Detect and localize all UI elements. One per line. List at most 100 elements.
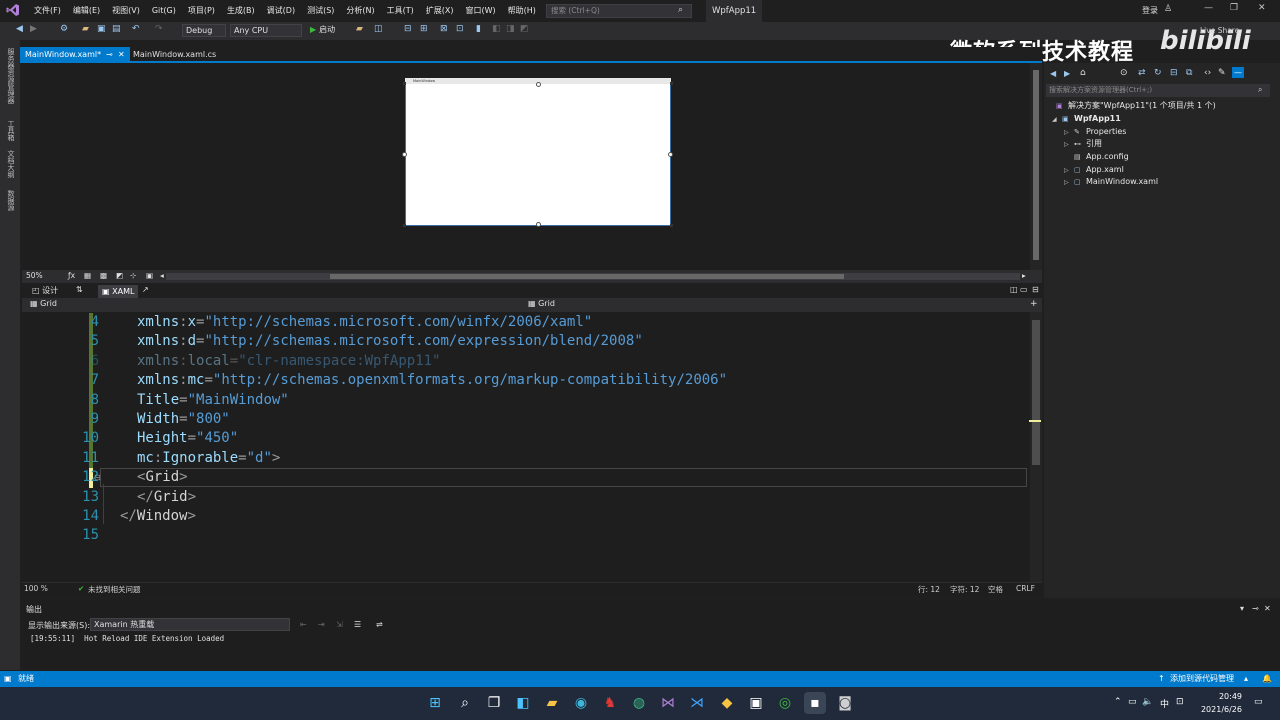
close-tab-icon[interactable]: ✕ xyxy=(118,47,125,63)
tab-mainwindow-xaml[interactable]: MainWindow.xaml* xyxy=(20,47,130,63)
sync-icon[interactable]: ⇄ xyxy=(1138,68,1146,78)
resize-handle-top[interactable] xyxy=(536,82,541,87)
resize-corner[interactable] xyxy=(403,224,406,227)
resize-handle-right[interactable] xyxy=(668,152,673,157)
menu-item[interactable]: Git(G) xyxy=(146,0,182,22)
menu-item[interactable]: 帮助(H) xyxy=(502,0,542,22)
snap-grid-icon[interactable]: ▩ xyxy=(100,271,107,280)
tree-app-config[interactable]: ▤ App.config xyxy=(1074,151,1129,163)
scroll-left-icon[interactable]: ◂ xyxy=(160,271,164,280)
resize-corner[interactable] xyxy=(670,82,673,85)
next-message-icon[interactable]: ⇥ xyxy=(318,620,325,629)
open-file-icon[interactable]: ▰ xyxy=(82,24,89,34)
start-button[interactable]: ▶ 启动 xyxy=(310,24,335,35)
fx-icon[interactable]: ƒx xyxy=(68,271,75,280)
bookmark-icon[interactable]: ▮ xyxy=(476,24,481,34)
nav-element-right[interactable]: ▦ Grid xyxy=(528,299,555,308)
designer-scroll-thumb[interactable] xyxy=(1033,70,1039,260)
refresh-icon[interactable]: ↻ xyxy=(1154,68,1162,78)
tree-properties[interactable]: ▷ ✎ Properties xyxy=(1064,126,1126,138)
redo-icon[interactable]: ↷ xyxy=(155,24,163,34)
tree-solution[interactable]: ▣ 解决方案"WpfApp11"(1 个项目/共 1 个) xyxy=(1056,100,1216,112)
signin-link[interactable]: 登录 xyxy=(1142,0,1158,22)
uncomment-icon[interactable]: ⊡ xyxy=(456,24,464,34)
folder-icon[interactable]: ▰ xyxy=(356,24,363,34)
qq-icon[interactable]: ♞ xyxy=(599,692,621,714)
scroll-right-icon[interactable]: ▸ xyxy=(1022,271,1026,280)
clock[interactable]: 20:49 2021/6/26 xyxy=(1194,690,1242,716)
line-ending[interactable]: CRLF xyxy=(1016,584,1035,593)
app-icon[interactable]: ◍ xyxy=(628,692,650,714)
menu-item[interactable]: 生成(B) xyxy=(221,0,261,22)
word-wrap-icon[interactable]: ⇌ xyxy=(376,620,383,629)
vscode-icon[interactable]: ⋊ xyxy=(686,692,708,714)
home-icon[interactable]: ⌂ xyxy=(1080,68,1086,78)
dropdown-arrow-icon[interactable]: ▴ xyxy=(1244,671,1248,687)
view-code-icon[interactable]: ‹› xyxy=(1204,68,1211,78)
add-split-icon[interactable]: + xyxy=(1030,299,1038,309)
minimize-icon[interactable]: — xyxy=(1204,3,1213,13)
back-icon[interactable]: ◀ xyxy=(16,24,23,34)
close-icon[interactable]: ✕ xyxy=(1264,604,1271,613)
forward-icon[interactable]: ▶ xyxy=(1064,69,1070,78)
device-icon[interactable]: ▣ xyxy=(146,271,153,280)
menu-item[interactable]: 文件(F) xyxy=(28,0,67,22)
tab-mainwindow-xaml-cs[interactable]: MainWindow.xaml.cs xyxy=(133,47,216,63)
volume-icon[interactable]: 🔈 xyxy=(1142,697,1153,707)
python-icon[interactable]: ◆ xyxy=(716,692,738,714)
liveshare-button[interactable]: Live Share xyxy=(1200,26,1239,35)
solution-search-input[interactable]: 搜索解决方案资源管理器(Ctrl+;) xyxy=(1046,84,1270,97)
close-icon[interactable]: ✕ xyxy=(1258,3,1266,13)
add-to-source-control[interactable]: 添加到源代码管理 xyxy=(1170,671,1234,687)
pin-icon[interactable]: ⊸ xyxy=(106,47,113,63)
resize-corner[interactable] xyxy=(403,82,406,85)
network-icon[interactable]: ▭ xyxy=(1128,697,1137,707)
resize-handle-bottom[interactable] xyxy=(536,222,541,227)
grid-icon[interactable]: ▦ xyxy=(84,271,91,280)
search-icon[interactable]: ⌕ xyxy=(1258,85,1262,95)
save-all-icon[interactable]: ▤ xyxy=(112,24,121,34)
task-view-icon[interactable]: ❐ xyxy=(483,692,505,714)
config-select[interactable]: Debug xyxy=(182,24,226,37)
prev-message-icon[interactable]: ⇤ xyxy=(300,620,307,629)
data-sources-tab[interactable]: 数据源 xyxy=(6,190,16,211)
search-input[interactable]: 搜索 (Ctrl+Q) xyxy=(546,4,692,18)
start-menu-icon[interactable]: ⊞ xyxy=(424,692,446,714)
notifications-icon[interactable]: 🔔 xyxy=(1262,671,1272,687)
clear-all-icon[interactable]: ☰ xyxy=(354,620,361,629)
document-outline-tab[interactable]: 文档大纲 xyxy=(6,150,16,178)
file-explorer-icon[interactable]: ▰ xyxy=(541,692,563,714)
prev-bookmark-icon[interactable]: ◧ xyxy=(492,24,501,34)
collapse-all-icon[interactable]: ⊟ xyxy=(1170,68,1178,78)
editor-zoom[interactable]: 100 % xyxy=(24,584,48,593)
edge-icon[interactable]: ◉ xyxy=(570,692,592,714)
ime-mode-icon[interactable]: ⊡ xyxy=(1176,697,1184,707)
switch-view-icon[interactable]: ⊙ xyxy=(1120,68,1128,78)
search-icon[interactable]: ⌕ xyxy=(454,692,476,714)
resize-handle-left[interactable] xyxy=(402,152,407,157)
notification-center-icon[interactable]: ▭ xyxy=(1254,697,1263,707)
designer-zoom[interactable]: 50% xyxy=(26,271,43,280)
preview-selected-icon[interactable]: — xyxy=(1232,67,1244,78)
resize-corner[interactable] xyxy=(670,224,673,227)
visual-studio-icon[interactable]: ⋈ xyxy=(657,692,679,714)
toolbox-tab[interactable]: 工具箱 xyxy=(6,120,16,141)
menu-item[interactable]: 项目(P) xyxy=(182,0,221,22)
collapse-pane-icon[interactable]: ⊟ xyxy=(1032,285,1039,294)
menu-item[interactable]: 分析(N) xyxy=(340,0,380,22)
forward-icon[interactable]: ▶ xyxy=(30,24,37,34)
issues-status[interactable]: 未找到相关问题 xyxy=(88,584,141,595)
next-bookmark-icon[interactable]: ◨ xyxy=(506,24,515,34)
tree-app-xaml[interactable]: ▷ ▢ App.xaml xyxy=(1064,164,1124,176)
tree-references[interactable]: ▷ ⊷ 引用 xyxy=(1064,138,1102,150)
output-source-select[interactable]: Xamarin 热重载 xyxy=(90,618,290,631)
menu-item[interactable]: 编辑(E) xyxy=(67,0,106,22)
menu-item[interactable]: 扩展(X) xyxy=(420,0,460,22)
maximize-icon[interactable]: ❐ xyxy=(1230,3,1238,13)
tree-project[interactable]: ◢ ▣ WpfApp11 xyxy=(1052,113,1121,125)
find-message-icon[interactable]: ⇲ xyxy=(336,620,343,629)
save-icon[interactable]: ▣ xyxy=(97,24,106,34)
tab-design[interactable]: ◰ 设计 xyxy=(32,285,58,296)
pin-icon[interactable]: ⊸ xyxy=(1252,604,1259,613)
align-icon[interactable]: ⊟ xyxy=(404,24,412,34)
